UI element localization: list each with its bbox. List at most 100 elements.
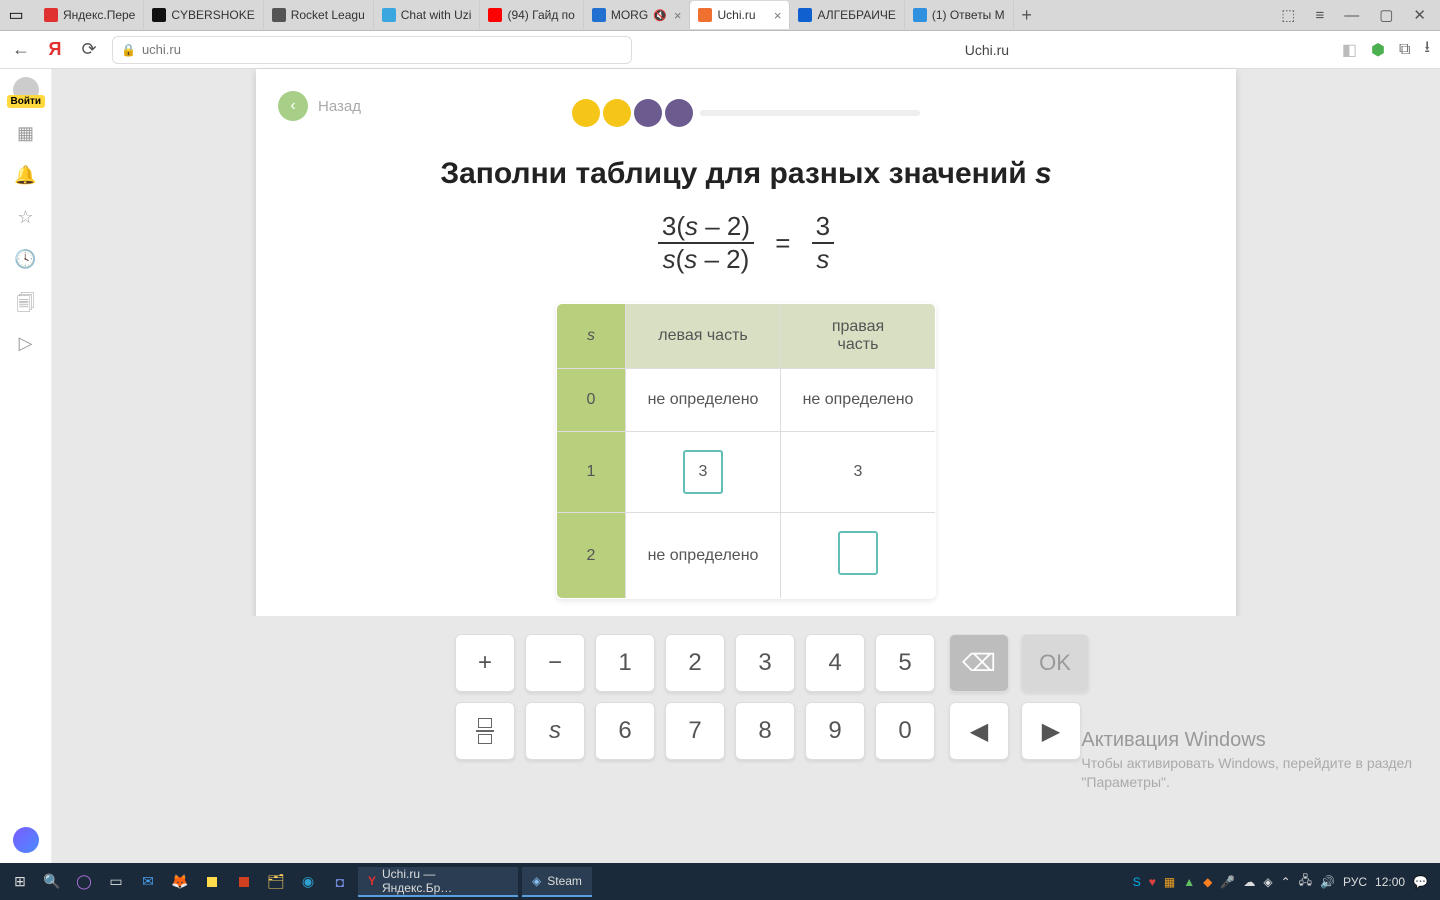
- profile-button[interactable]: Войти: [13, 77, 39, 103]
- window-controls: ⬚ ≡ — ▢ ✕: [1271, 6, 1436, 24]
- start-button[interactable]: ⊞: [6, 868, 34, 896]
- key-8[interactable]: 8: [735, 702, 795, 760]
- tray-antivirus-icon[interactable]: ◆: [1203, 875, 1212, 889]
- tab-yandex-translate[interactable]: Яндекс.Пере: [36, 1, 144, 29]
- history-icon[interactable]: 🕓: [15, 249, 37, 271]
- key-5[interactable]: 5: [875, 634, 935, 692]
- key-ok[interactable]: OK: [1021, 634, 1089, 692]
- key-plus[interactable]: +: [455, 634, 515, 692]
- tabs-overview-icon[interactable]: ▭: [4, 3, 28, 27]
- reload-icon[interactable]: ⟳: [78, 39, 100, 60]
- edge-icon[interactable]: ◉: [294, 868, 322, 896]
- tray-chevron-icon[interactable]: ⌃: [1281, 875, 1291, 889]
- cell-left: не определено: [626, 513, 781, 599]
- menu-icon[interactable]: ≡: [1315, 7, 1324, 24]
- download-icon[interactable]: ⭳: [1424, 36, 1430, 63]
- tab-chat-uzi[interactable]: Chat with Uzi: [374, 1, 481, 29]
- discord-icon[interactable]: ◘: [326, 868, 354, 896]
- alice-icon: [13, 827, 39, 853]
- tray-notifications-icon[interactable]: 💬: [1413, 875, 1428, 889]
- bell-icon[interactable]: 🔔: [15, 165, 37, 187]
- tab-rocket-league[interactable]: Rocket Leagu: [264, 1, 374, 29]
- close-icon[interactable]: ×: [674, 8, 682, 23]
- key-s[interactable]: s: [525, 702, 585, 760]
- key-1[interactable]: 1: [595, 634, 655, 692]
- key-backspace[interactable]: ⌫: [949, 634, 1009, 692]
- explorer-icon[interactable]: 🗂: [262, 868, 290, 896]
- system-tray: S ♥ ▦ ▲ ◆ 🎤 ☁ ◈ ⌃ 🖧 🔊 РУС 12:00 💬: [1133, 871, 1434, 892]
- yandex-icon[interactable]: Я: [44, 39, 66, 60]
- row-s-value: 0: [557, 369, 626, 432]
- tab-otvety[interactable]: (1) Ответы M: [905, 1, 1014, 29]
- key-6[interactable]: 6: [595, 702, 655, 760]
- key-4[interactable]: 4: [805, 634, 865, 692]
- apps-icon[interactable]: ▦: [15, 123, 37, 145]
- back-nav-icon[interactable]: ←: [10, 39, 32, 60]
- key-3[interactable]: 3: [735, 634, 795, 692]
- star-icon[interactable]: ☆: [15, 207, 37, 229]
- key-0[interactable]: 0: [875, 702, 935, 760]
- cortana-icon[interactable]: ◯: [70, 868, 98, 896]
- shield-icon[interactable]: ⬢: [1371, 40, 1385, 60]
- mail-icon[interactable]: ✉: [134, 868, 162, 896]
- translate-icon[interactable]: ⧉: [1399, 41, 1410, 59]
- keypad-panel: + − 1 2 3 4 5 s 6 7 8 9 0 ⌫ OK: [104, 616, 1440, 826]
- tab-youtube[interactable]: (94) Гайд по: [480, 1, 583, 29]
- tray-skype-icon[interactable]: S: [1133, 875, 1141, 889]
- key-2[interactable]: 2: [665, 634, 725, 692]
- key-arrow-left[interactable]: ◀: [949, 702, 1009, 760]
- search-icon[interactable]: 🔍: [38, 868, 66, 896]
- row-s-value: 2: [557, 513, 626, 599]
- progress-dot-done: [572, 99, 600, 127]
- new-tab-button[interactable]: +: [1014, 5, 1040, 26]
- tray-icon[interactable]: ▲: [1183, 875, 1195, 889]
- tray-language[interactable]: РУС: [1343, 875, 1367, 889]
- bookmark-icon[interactable]: ◧: [1342, 40, 1357, 60]
- key-fraction[interactable]: [455, 702, 515, 760]
- tray-onedrive-icon[interactable]: ☁: [1243, 875, 1255, 889]
- close-icon[interactable]: ×: [774, 8, 782, 23]
- tab-uchi-active[interactable]: Uchi.ru×: [690, 1, 790, 29]
- mute-icon[interactable]: 🔇: [653, 9, 667, 22]
- keypad-grid: + − 1 2 3 4 5 s 6 7 8 9 0: [455, 634, 935, 760]
- media-icon[interactable]: ▷: [15, 333, 37, 355]
- powerpoint-icon[interactable]: [230, 868, 258, 896]
- answer-input-empty[interactable]: [838, 531, 878, 575]
- collections-icon[interactable]: 🗐: [15, 291, 37, 313]
- address-input[interactable]: 🔒 uchi.ru: [112, 36, 632, 64]
- key-minus[interactable]: −: [525, 634, 585, 692]
- tray-mic-icon[interactable]: 🎤: [1220, 875, 1235, 889]
- table-row: 0 не определено не определено: [557, 369, 936, 432]
- alice-button[interactable]: [13, 827, 39, 853]
- taskbar-app-steam[interactable]: ◈Steam: [522, 867, 592, 897]
- key-7[interactable]: 7: [665, 702, 725, 760]
- taskview-icon[interactable]: ▭: [102, 868, 130, 896]
- firefox-icon[interactable]: 🦊: [166, 868, 194, 896]
- lesson-card: ‹ Назад Заполни таблицу для разных значе…: [256, 69, 1236, 623]
- progress-dot-done: [603, 99, 631, 127]
- progress-indicator: [296, 99, 1196, 127]
- maximize-icon[interactable]: ▢: [1379, 6, 1393, 24]
- minimize-icon[interactable]: —: [1344, 7, 1359, 24]
- key-arrow-right[interactable]: ▶: [1021, 702, 1081, 760]
- taskbar-app-yandex[interactable]: YUchi.ru — Яндекс.Бр…: [358, 867, 518, 897]
- tray-network-icon[interactable]: 🖧: [1299, 871, 1312, 892]
- windows-taskbar: ⊞ 🔍 ◯ ▭ ✉ 🦊 🗂 ◉ ◘ YUchi.ru — Яндекс.Бр… …: [0, 863, 1440, 900]
- yandex-icon[interactable]: [198, 868, 226, 896]
- tab-morg[interactable]: MORG🔇×: [584, 1, 691, 29]
- tab-algebra[interactable]: АЛГЕБРАИЧЕ: [790, 1, 904, 29]
- back-button[interactable]: ‹ Назад: [278, 91, 361, 121]
- table-row: 2 не определено: [557, 513, 936, 599]
- table-corner: s: [557, 304, 626, 369]
- table-row: 1 3 3: [557, 432, 936, 513]
- answer-input-filled[interactable]: 3: [683, 450, 723, 494]
- key-9[interactable]: 9: [805, 702, 865, 760]
- tab-cybershoke[interactable]: CYBERSHOKE: [144, 1, 263, 29]
- tray-clock[interactable]: 12:00: [1375, 875, 1405, 889]
- tray-icon[interactable]: ♥: [1149, 875, 1156, 889]
- extensions-icon[interactable]: ⬚: [1281, 6, 1295, 24]
- tray-icon[interactable]: ▦: [1164, 875, 1175, 889]
- close-window-icon[interactable]: ✕: [1413, 6, 1426, 24]
- tray-steam-icon[interactable]: ◈: [1263, 875, 1272, 889]
- tray-volume-icon[interactable]: 🔊: [1320, 875, 1335, 889]
